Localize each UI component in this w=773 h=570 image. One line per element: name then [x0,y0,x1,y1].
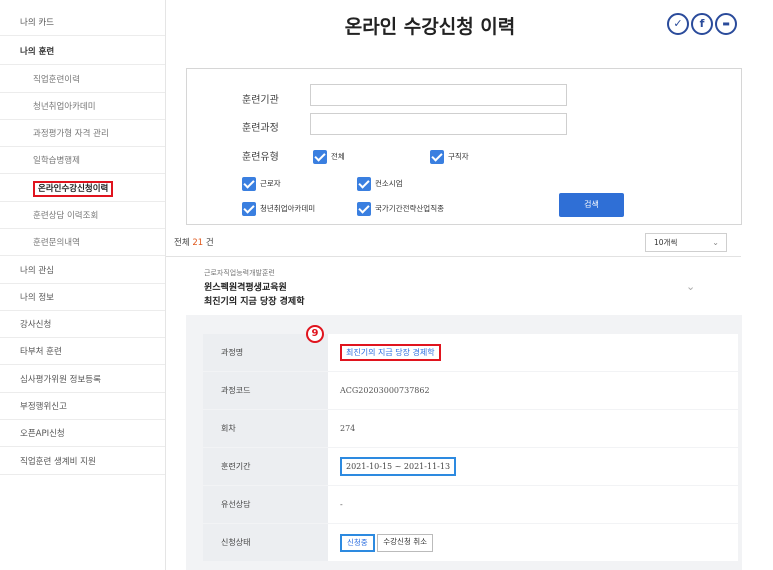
sidebar-item-my-info[interactable]: 나의 정보 [0,285,165,311]
detail-row-course-code: 과정코드 ACG20203000737862 [203,372,738,409]
institution-label: 훈련기관 [242,95,279,106]
detail-value: 최진기의 지금 당장 경제학 [328,334,738,371]
sidebar-item-label: 나의 정보 [20,293,54,303]
step-marker: 9 [306,325,324,343]
sidebar-item-label: 나의 관심 [20,266,54,276]
detail-label: 회차 [203,410,328,447]
course-title: 최진기의 지금 당장 경제학 [204,297,305,307]
detail-value: - [328,486,738,523]
checkbox-check-icon [357,177,371,191]
sidebar-item-label: 나의 카드 [20,18,54,28]
institution-name: 윈스펙원격평생교육원 [204,283,287,293]
detail-row-status: 신청상태 신청중 수강신청 취소 [203,524,738,561]
sidebar-item-consult-history[interactable]: 훈련상담 이력조회 [0,203,165,229]
sidebar-item-label: 훈련상담 이력조회 [33,211,99,221]
sidebar-item-youth-academy[interactable]: 청년취업아카데미 [0,94,165,120]
institution-input[interactable] [310,84,567,106]
checkbox-jobseeker[interactable]: 구직자 [430,150,469,164]
detail-row-round: 회차 274 [203,410,738,447]
checkbox-check-icon [242,177,256,191]
checkbox-label: 청년취업아카데미 [260,204,316,213]
sidebar-item-interest[interactable]: 나의 관심 [0,258,165,284]
detail-label: 신청상태 [203,524,328,561]
page-size-select[interactable]: 10개씩 ⌄ [645,233,727,252]
sidebar-item-work-study[interactable]: 일학습병행제 [0,148,165,174]
sidebar-item-training-history[interactable]: 직업훈련이력 [0,67,165,93]
sidebar-item-living-support[interactable]: 직업훈련 생계비 지원 [0,449,165,475]
course-label: 훈련과정 [242,123,279,134]
sidebar-item-my-training[interactable]: 나의 훈련 [0,39,165,65]
checkbox-check-icon [430,150,444,164]
sidebar-item-label: 심사평가위원 정보등록 [20,375,101,385]
twitter-icon[interactable]: ✓ [667,13,689,35]
checkbox-worker[interactable]: 근로자 [242,177,281,191]
checkbox-label: 국가기간전략산업직종 [375,204,444,213]
checkbox-youth-academy[interactable]: 청년취업아카데미 [242,202,315,216]
detail-label: 과정코드 [203,372,328,409]
detail-row-course-name: 과정명 최진기의 지금 당장 경제학 [203,334,738,371]
detail-row-consult: 유선상담 - [203,486,738,523]
sidebar-item-qualification[interactable]: 과정평가형 자격 관리 [0,121,165,147]
sidebar-item-other-ministry[interactable]: 타부처 훈련 [0,339,165,365]
detail-value: ACG20203000737862 [328,372,738,409]
sidebar-item-label: 부정행위신고 [20,402,67,412]
kakao-icon[interactable]: ▬ [715,13,737,35]
sidebar: 나의 카드 나의 훈련 직업훈련이력 청년취업아카데미 과정평가형 자격 관리 … [0,0,166,570]
sidebar-item-label: 강사신청 [20,320,52,330]
checkbox-check-icon [313,150,327,164]
sidebar-item-label: 일학습병행제 [33,156,80,166]
page-title: 온라인 수강신청 이력 [344,16,516,38]
sidebar-item-inquiry[interactable]: 훈련문의내역 [0,230,165,256]
status-badge: 신청중 [340,534,375,552]
checkbox-consortium[interactable]: 컨소시엄 [357,177,403,191]
detail-label: 훈련기간 [203,448,328,485]
chevron-down-icon: ⌄ [712,238,719,247]
checkbox-label: 근로자 [260,179,281,188]
detail-label: 유선상담 [203,486,328,523]
checkbox-check-icon [357,202,371,216]
sidebar-item-label: 훈련문의내역 [33,238,80,248]
sidebar-item-instructor[interactable]: 강사신청 [0,312,165,338]
checkbox-check-icon [242,202,256,216]
total-suffix: 건 [205,238,214,248]
sidebar-item-label: 직업훈련 생계비 지원 [20,457,96,467]
sidebar-item-label: 타부처 훈련 [20,347,62,357]
sidebar-item-label: 청년취업아카데미 [33,102,96,112]
detail-value: 274 [328,410,738,447]
total-count: 전체 21 건 [174,236,214,248]
search-button[interactable]: 검색 [559,193,624,217]
checkbox-label: 컨소시엄 [375,179,403,188]
checkbox-label: 구직자 [448,152,469,161]
facebook-icon[interactable]: f [691,13,713,35]
detail-row-period: 훈련기간 2021-10-15 ~ 2021-11-13 [203,448,738,485]
sidebar-item-label: 온라인수강신청이력 [33,181,114,197]
checkbox-all[interactable]: 전체 [313,150,345,164]
checkbox-label: 전체 [331,152,345,161]
total-number: 21 [192,238,204,248]
sidebar-item-online-enrollment[interactable]: 온라인수강신청이력 [0,176,165,202]
course-input[interactable] [310,113,567,135]
training-category: 근로자직업능력개발훈련 [204,269,275,277]
course-name-link[interactable]: 최진기의 지금 당장 경제학 [340,344,441,361]
sidebar-item-label: 나의 훈련 [20,47,55,57]
total-prefix: 전체 [174,238,190,248]
sidebar-item-fraud-report[interactable]: 부정행위신고 [0,394,165,420]
sidebar-item-label: 과정평가형 자격 관리 [33,129,109,139]
training-type-label: 훈련유형 [242,152,279,163]
chevron-down-icon[interactable]: ⌄ [686,280,695,293]
sidebar-item-label: 오픈API신청 [20,429,65,439]
detail-value: 2021-10-15 ~ 2021-11-13 [328,448,738,485]
cancel-enrollment-button[interactable]: 수강신청 취소 [377,534,434,552]
detail-value: 신청중 수강신청 취소 [328,524,738,561]
sidebar-item-label: 직업훈련이력 [33,75,80,85]
sidebar-item-open-api[interactable]: 오픈API신청 [0,421,165,447]
page-size-value: 10개씩 [654,238,678,247]
checkbox-national-strategic[interactable]: 국가기간전략산업직종 [357,202,444,216]
training-period: 2021-10-15 ~ 2021-11-13 [340,457,457,476]
sidebar-item-my-card[interactable]: 나의 카드 [0,10,165,36]
sidebar-item-evaluator[interactable]: 심사평가위원 정보등록 [0,367,165,393]
divider [166,256,741,257]
